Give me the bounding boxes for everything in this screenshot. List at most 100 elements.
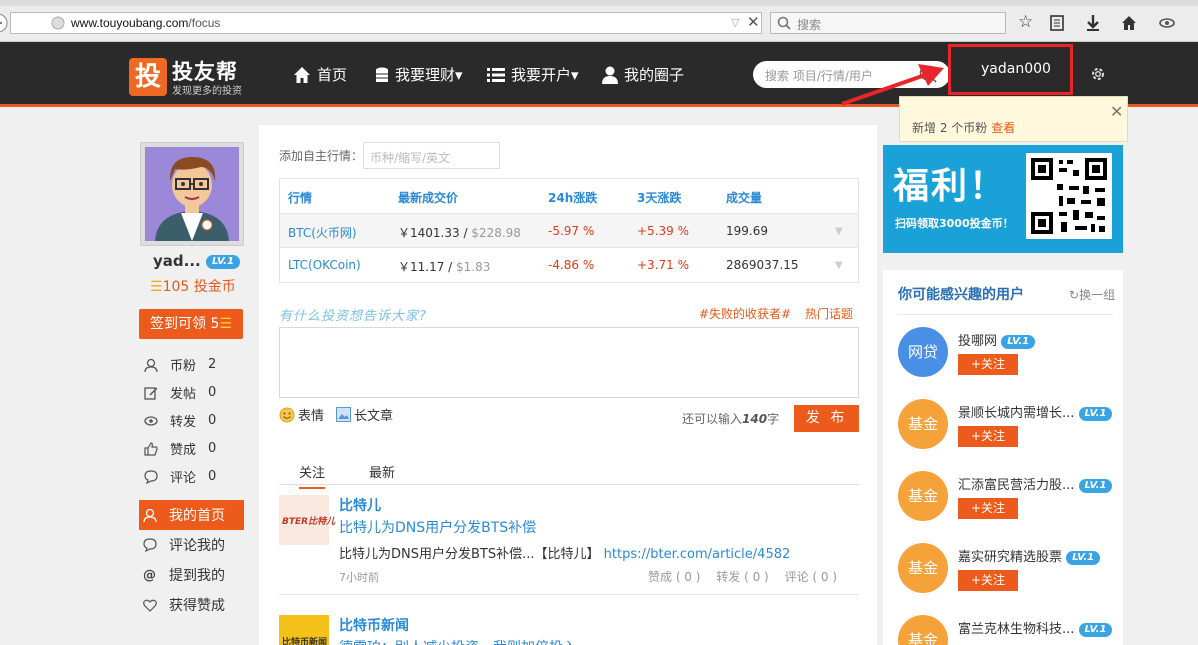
feed-source[interactable]: 比特币新闻 bbox=[339, 615, 409, 635]
like-action[interactable]: 赞成 ( 0 ) bbox=[648, 570, 700, 584]
char-remaining: 还可以输入140字 bbox=[682, 412, 780, 426]
notification-view-link[interactable]: 查看 bbox=[991, 121, 1015, 135]
reading-list-icon[interactable] bbox=[1048, 12, 1066, 32]
menu-mentions-label: 提到我的 bbox=[169, 568, 225, 584]
post-textarea[interactable] bbox=[279, 327, 859, 398]
table-row[interactable]: BTC(火币网) ￥1401.33 / $228.98 -5.97 % +5.3… bbox=[280, 213, 858, 247]
stat-fans[interactable]: 币粉 2 bbox=[144, 355, 216, 374]
nav-home[interactable]: 首页 bbox=[293, 64, 347, 85]
feed-subtitle[interactable]: 德雷珀：别人减少投资，我则加倍投入 bbox=[339, 637, 577, 645]
publish-button[interactable]: 发 布 bbox=[794, 405, 859, 432]
row-price: ￥11.17 / $1.83 bbox=[398, 260, 491, 274]
profile-name[interactable]: yad... bbox=[153, 252, 201, 270]
star-icon[interactable]: ☆ bbox=[1018, 12, 1033, 32]
stat-reposts[interactable]: 转发 0 bbox=[144, 411, 216, 430]
feed-body: 比特儿为DNS用户分发BTS补偿...【比特儿】 https://bter.co… bbox=[339, 547, 791, 562]
suggested-users-panel: 你可能感兴趣的用户 ↻换一组 网贷 投哪网 LV.1 +关注 基金 景顺长城内需… bbox=[883, 270, 1123, 645]
follow-button[interactable]: +关注 bbox=[958, 570, 1018, 591]
menu-comments-to-me[interactable]: 评论我的 bbox=[139, 530, 244, 560]
feed-thumb[interactable]: BTER比特儿 bbox=[279, 495, 335, 545]
expand-caret-icon[interactable]: ▼ bbox=[835, 260, 843, 271]
stat-likes[interactable]: 赞成 0 bbox=[144, 439, 216, 458]
row-volume: 199.69 bbox=[726, 224, 768, 238]
table-row[interactable]: LTC(OKCoin) ￥11.17 / $1.83 -4.86 % +3.71… bbox=[280, 247, 858, 281]
avatar[interactable]: 基金 bbox=[898, 471, 948, 521]
row-24h-change: -5.97 % bbox=[548, 224, 595, 238]
browser-search[interactable]: 搜索 bbox=[770, 12, 1006, 34]
image-doc-icon bbox=[336, 407, 351, 422]
gear-icon[interactable] bbox=[1090, 66, 1106, 82]
globe-icon bbox=[51, 16, 65, 30]
nav-account[interactable]: 我要开户▾ bbox=[487, 64, 579, 85]
row-market-name[interactable]: BTC(火币网) bbox=[288, 224, 357, 241]
add-market-input[interactable]: 币种/缩写/英文 bbox=[363, 142, 500, 169]
nav-finance[interactable]: 我要理财▾ bbox=[375, 64, 463, 85]
close-icon[interactable]: ✕ bbox=[747, 13, 760, 31]
back-icon[interactable] bbox=[0, 13, 10, 33]
promo-banner[interactable]: 福利！ 扫码领取3000投金币！ bbox=[883, 145, 1123, 253]
avatar[interactable] bbox=[140, 142, 244, 246]
suggested-user-name[interactable]: 景顺长城内需增长... LV.1 bbox=[958, 402, 1113, 421]
fans-icon bbox=[144, 358, 170, 372]
browser-search-placeholder: 搜索 bbox=[797, 18, 822, 32]
divider bbox=[898, 314, 1113, 315]
feed-subtitle[interactable]: 比特儿为DNS用户分发BTS补偿 bbox=[339, 517, 536, 537]
address-bar[interactable]: www.touyoubang.com/focus ▽ ✕ bbox=[10, 12, 762, 34]
list-item: 基金 汇添富民营活力股... LV.1 +关注 bbox=[898, 471, 1118, 531]
hot-topics-link[interactable]: 热门话题 bbox=[805, 307, 853, 321]
suggested-users-title: 你可能感兴趣的用户 bbox=[898, 287, 1024, 303]
suggested-user-name[interactable]: 汇添富民营活力股... LV.1 bbox=[958, 474, 1113, 493]
menu-received-likes[interactable]: 获得赞成 bbox=[139, 590, 244, 620]
username[interactable]: yadan000 bbox=[981, 61, 1051, 77]
col-price: 最新成交价 bbox=[398, 191, 459, 205]
stat-comments[interactable]: 评论 0 bbox=[144, 467, 216, 486]
avatar[interactable]: 网贷 bbox=[898, 327, 948, 377]
tab-latest[interactable]: 最新 bbox=[369, 462, 395, 481]
comment-action[interactable]: 评论 ( 0 ) bbox=[785, 570, 837, 584]
refresh-icon: ↻ bbox=[1069, 288, 1080, 302]
thumb-icon bbox=[144, 441, 170, 456]
repost-action[interactable]: 转发 ( 0 ) bbox=[716, 570, 768, 584]
row-market-name[interactable]: LTC(OKCoin) bbox=[288, 258, 361, 272]
nav-account-label: 我要开户▾ bbox=[511, 66, 579, 84]
suggested-user-name[interactable]: 嘉实研究精选股票 LV.1 bbox=[958, 546, 1101, 565]
download-icon[interactable] bbox=[1084, 12, 1102, 32]
stat-reposts-label: 转发 bbox=[170, 415, 197, 430]
menu-my-home[interactable]: 我的首页 bbox=[139, 500, 244, 530]
expand-caret-icon[interactable]: ▼ bbox=[835, 226, 843, 237]
right-sidebar: 福利！ 扫码领取3000投金币！ 你可能感兴趣的用户 ↻换一组 网贷 投哪网 L… bbox=[878, 110, 1198, 645]
dropdown-icon[interactable]: ▽ bbox=[731, 16, 739, 29]
home-icon[interactable] bbox=[1120, 12, 1138, 32]
suggested-user-name[interactable]: 投哪网 LV.1 bbox=[958, 330, 1036, 349]
close-icon[interactable]: ✕ bbox=[1110, 102, 1123, 121]
stat-posts[interactable]: 发帖 0 bbox=[144, 383, 216, 402]
feed-link[interactable]: https://bter.com/article/4582 bbox=[604, 547, 791, 562]
logo-mark[interactable]: 投 bbox=[129, 58, 167, 96]
feed-actions: 赞成 ( 0 ) 转发 ( 0 ) 评论 ( 0 ) bbox=[648, 568, 837, 585]
extension-icon[interactable] bbox=[1158, 12, 1176, 30]
username-highlight-box[interactable]: yadan000 bbox=[948, 44, 1073, 95]
col-volume: 成交量 bbox=[726, 191, 763, 205]
hashtag-link[interactable]: #失败的收获者# bbox=[699, 307, 791, 321]
comment-icon bbox=[144, 469, 170, 484]
long-post-button[interactable]: 长文章 bbox=[336, 405, 393, 424]
follow-button[interactable]: +关注 bbox=[958, 498, 1018, 519]
market-table-header: 行情 最新成交价 24h涨跌 3天涨跌 成交量 bbox=[280, 179, 858, 213]
avatar[interactable]: 基金 bbox=[898, 615, 948, 645]
feed-thumb[interactable]: 比特币新闻 bbox=[279, 615, 329, 645]
nav-circle[interactable]: 我的圈子 bbox=[602, 64, 684, 85]
feed-source[interactable]: 比特儿 bbox=[339, 495, 381, 515]
suggested-user-name[interactable]: 富兰克林生物科技... LV.1 bbox=[958, 618, 1113, 637]
avatar[interactable]: 基金 bbox=[898, 543, 948, 593]
signin-button[interactable]: 签到可领 5☰ bbox=[139, 309, 243, 339]
avatar[interactable]: 基金 bbox=[898, 399, 948, 449]
profile-name-row: yad... LV.1 bbox=[153, 252, 240, 270]
menu-mentions[interactable]: @ 提到我的 bbox=[139, 560, 244, 590]
url-text: www.touyoubang.com/focus bbox=[71, 16, 221, 30]
change-group-button[interactable]: ↻换一组 bbox=[1069, 286, 1115, 303]
follow-button[interactable]: +关注 bbox=[958, 426, 1018, 447]
list-item: 网贷 投哪网 LV.1 +关注 bbox=[898, 327, 1118, 387]
follow-button[interactable]: +关注 bbox=[958, 354, 1018, 375]
emoji-button[interactable]: 表情 bbox=[279, 405, 324, 424]
coin-balance: ☰105 投金币 bbox=[150, 276, 236, 296]
